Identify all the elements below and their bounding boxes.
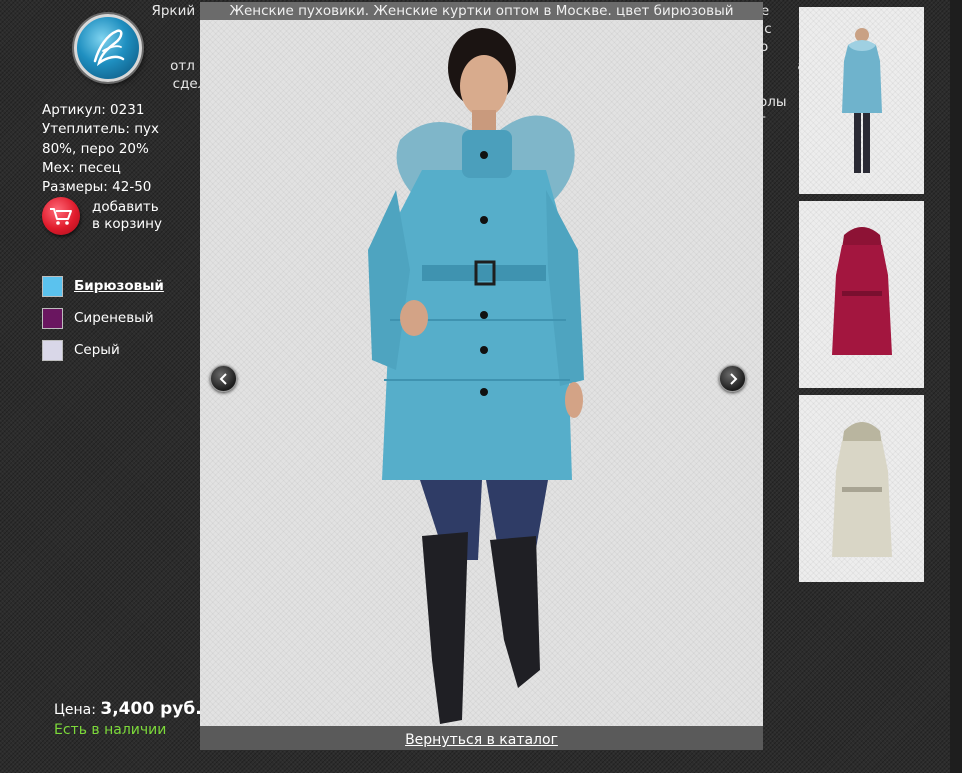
product-image bbox=[200, 20, 763, 726]
chevron-right-icon bbox=[729, 372, 737, 385]
next-image-button[interactable] bbox=[719, 365, 746, 392]
lightbox-title: Женские пуховики. Женские куртки оптом в… bbox=[229, 3, 734, 19]
thumbnail-grey[interactable] bbox=[799, 395, 924, 582]
color-swatch bbox=[42, 339, 63, 361]
jacket-thumbnail-image bbox=[831, 226, 892, 355]
color-option-grey[interactable]: Серый bbox=[42, 334, 164, 366]
model-in-turquoise-jacket-image bbox=[368, 28, 584, 724]
color-options: Бирюзовый Сиреневый Серый bbox=[42, 270, 164, 366]
back-to-catalog-link[interactable]: Вернуться в каталог bbox=[405, 732, 558, 748]
insulation-text: 80%, перо 20% bbox=[42, 140, 149, 157]
color-name: Серый bbox=[74, 342, 120, 358]
color-name: Бирюзовый bbox=[74, 278, 164, 294]
sizes-text: Размеры: 42-50 bbox=[42, 179, 152, 196]
product-info: Артикул: 0231 Утеплитель: пух 80%, перо … bbox=[42, 101, 192, 197]
color-option-turquoise[interactable]: Бирюзовый bbox=[42, 270, 164, 302]
thumbnail-turquoise[interactable] bbox=[799, 7, 924, 194]
color-option-lilac[interactable]: Сиреневый bbox=[42, 302, 164, 334]
thumbnail-crimson[interactable] bbox=[799, 201, 924, 388]
price-label: Цена: bbox=[54, 702, 96, 718]
cart-label-line: в корзину bbox=[92, 216, 162, 232]
price-value: 3,400 руб. bbox=[100, 699, 202, 719]
previous-image-button[interactable] bbox=[210, 365, 237, 392]
availability-status: Есть в наличии bbox=[54, 722, 167, 738]
logo-monogram-icon bbox=[93, 29, 125, 67]
shopping-cart-icon bbox=[42, 197, 80, 235]
page-scrollbar[interactable] bbox=[950, 0, 962, 773]
color-name: Сиреневый bbox=[74, 310, 154, 326]
color-swatch bbox=[42, 307, 63, 329]
color-swatch bbox=[42, 275, 63, 297]
cart-label-line: добавить bbox=[92, 199, 159, 215]
lightbox-footer: Вернуться в каталог bbox=[200, 726, 763, 750]
image-lightbox: Женские пуховики. Женские куртки оптом в… bbox=[200, 2, 763, 750]
thumbnail-list bbox=[799, 7, 924, 589]
add-to-cart-label: добавить в корзину bbox=[92, 199, 182, 233]
jacket-thumbnail-image bbox=[831, 421, 892, 557]
jacket-thumbnail-image bbox=[841, 27, 882, 173]
add-to-cart-button[interactable]: добавить в корзину bbox=[42, 197, 182, 235]
price: Цена: 3,400 руб. bbox=[54, 699, 202, 719]
article-number: Артикул: 0231 bbox=[42, 102, 145, 118]
chevron-left-icon bbox=[219, 372, 227, 385]
fur-type: Мех: песец bbox=[42, 159, 121, 176]
insulation-text: Утеплитель: пух bbox=[42, 121, 160, 138]
brand-logo[interactable] bbox=[74, 14, 142, 82]
